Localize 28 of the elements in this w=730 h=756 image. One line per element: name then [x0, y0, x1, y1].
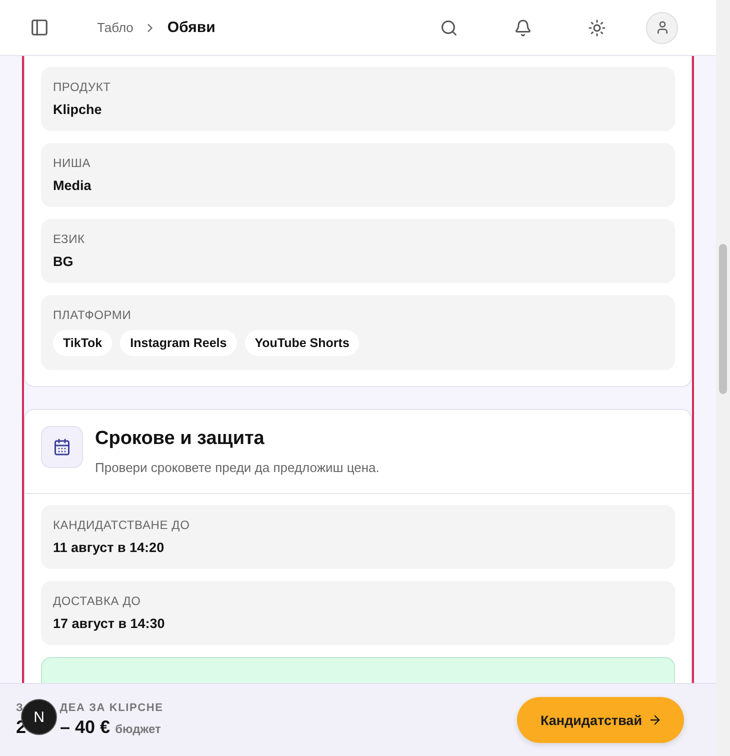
field-label: ЕЗИК	[53, 232, 86, 246]
field-value: BG	[53, 254, 74, 269]
field-label: ПЛАТФОРМИ	[53, 308, 132, 322]
breadcrumb-link[interactable]: Табло	[97, 20, 134, 35]
footer-label: З	[16, 702, 24, 714]
field-value: 11 август в 14:20	[53, 540, 166, 555]
arrow-right-icon	[648, 713, 662, 727]
calendar-icon	[41, 426, 83, 468]
footer-label: ДЕА ЗА KLIPCHE	[60, 702, 164, 714]
budget-unit: бюджет	[115, 722, 161, 736]
platform-tag: TikTok	[53, 330, 112, 356]
field-label: КАНДИДАТСТВАНЕ ДО	[53, 518, 191, 532]
apply-button[interactable]: Кандидатствай	[516, 697, 684, 743]
page-title: Обяви	[167, 19, 216, 36]
field-value: Klipche	[53, 102, 103, 117]
budget-price: – 40 €	[60, 717, 110, 738]
field-value: 17 август в 14:30	[53, 616, 166, 631]
avatar-button[interactable]	[646, 12, 678, 44]
platform-tag: Instagram Reels	[120, 330, 237, 356]
field-label: ДОСТАВКА ДО	[53, 594, 142, 608]
user-icon	[654, 20, 670, 35]
field-value: Media	[53, 178, 92, 193]
card-subtitle: Провери сроковете преди да предложиш цена.	[95, 460, 380, 475]
field-label: ПРОДУКТ	[53, 80, 112, 94]
platform-tag: YouTube Shorts	[244, 330, 360, 356]
field-label: НИША	[53, 156, 92, 170]
scrollbar[interactable]	[716, 0, 730, 756]
card-title: Срокове и защита	[95, 428, 266, 450]
